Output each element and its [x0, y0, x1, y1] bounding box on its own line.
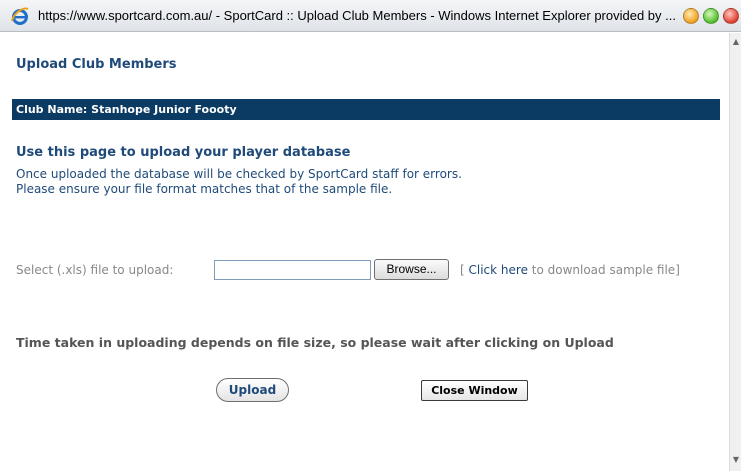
upload-button[interactable]: Upload [216, 378, 289, 402]
sample-bracket-text: to download sample file] [527, 263, 680, 277]
browse-button[interactable]: Browse... [374, 259, 449, 280]
minimize-button[interactable] [683, 8, 699, 24]
page-content: Upload Club Members Club Name: Stanhope … [0, 33, 729, 471]
upload-time-notice: Time taken in uploading depends on file … [16, 335, 614, 350]
club-name-bar: Club Name: Stanhope Junior Foooty [12, 99, 720, 120]
scroll-up-icon[interactable]: ▲ [730, 35, 741, 49]
file-path-input[interactable] [214, 260, 371, 280]
scroll-down-icon[interactable]: ▼ [730, 453, 741, 467]
vertical-scrollbar[interactable]: ▲ ▼ [729, 33, 741, 471]
sample-download-link[interactable]: Click here [469, 263, 528, 277]
window-title: https://www.sportcard.com.au/ - SportCar… [38, 8, 676, 23]
ie-icon [10, 6, 30, 26]
info-text-line1: Once uploaded the database will be check… [16, 167, 462, 181]
page-title: Upload Club Members [16, 57, 177, 72]
maximize-button[interactable] [703, 8, 719, 24]
sample-file-text: [ Click here to download sample file] [460, 263, 680, 277]
file-select-label: Select (.xls) file to upload: [16, 263, 174, 277]
section-heading: Use this page to upload your player data… [16, 145, 351, 160]
window-titlebar: https://www.sportcard.com.au/ - SportCar… [0, 0, 741, 32]
info-text-line2: Please ensure your file format matches t… [16, 182, 393, 196]
sample-bracket-open: [ [460, 263, 469, 277]
close-window-button[interactable]: Close Window [421, 380, 528, 401]
close-window-icon[interactable] [723, 8, 739, 24]
